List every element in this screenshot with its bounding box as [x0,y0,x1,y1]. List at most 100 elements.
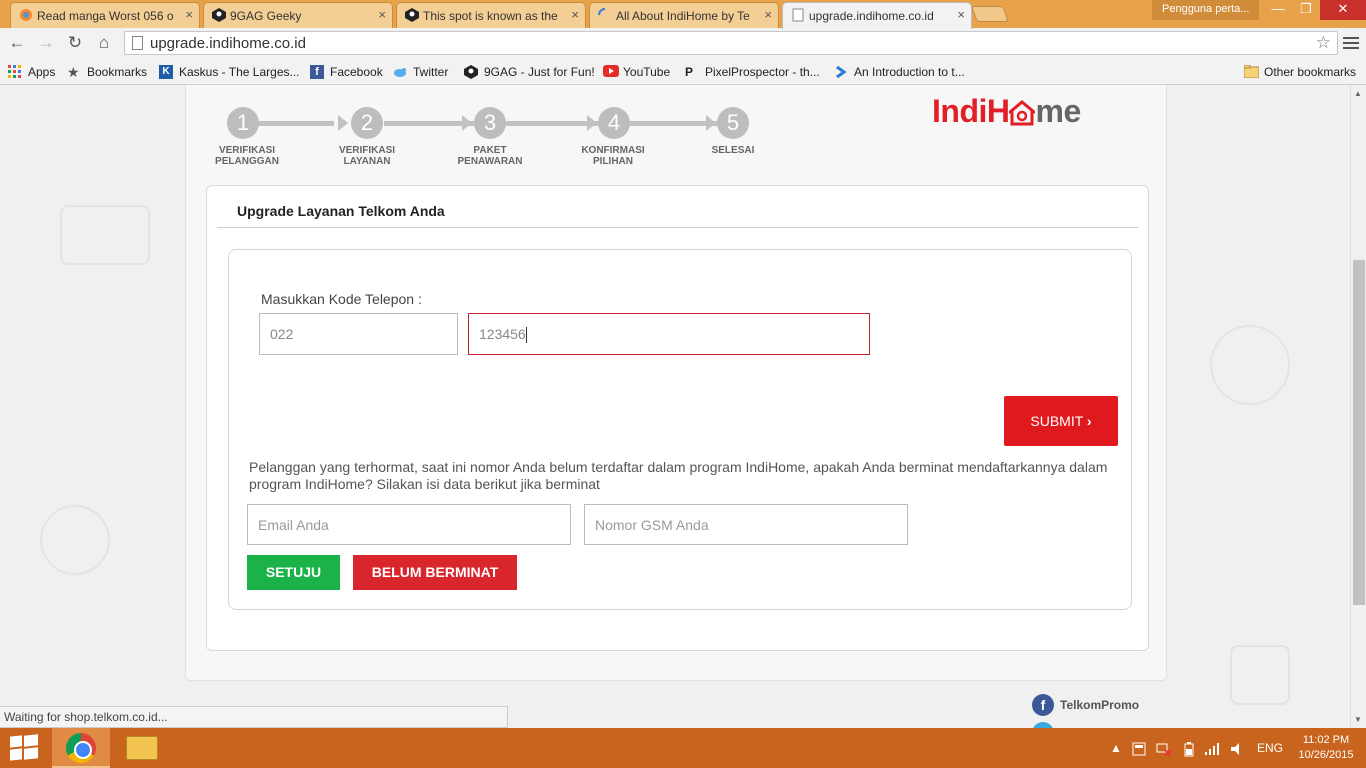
step-3-label: PAKET PENAWARAN [457,145,523,167]
home-icon[interactable]: ⌂ [93,32,115,54]
9gag-icon [212,8,226,22]
page-scrollbar[interactable]: ▲ ▼ [1350,85,1366,728]
bookmark-star-icon[interactable]: ☆ [1316,33,1331,53]
tab-this-spot[interactable]: This spot is known as the × [396,2,586,28]
9gag-icon [464,64,478,79]
step-arrow [587,115,597,131]
taskbar-file-explorer[interactable] [114,728,172,768]
restore-icon[interactable]: ❐ [1292,0,1320,20]
reload-icon[interactable]: ↻ [64,32,86,54]
bookmark-youtube[interactable]: YouTube [603,63,670,80]
not-interested-button[interactable]: BELUM BERMINAT [353,555,517,590]
step-3-circle: 3 [474,107,506,139]
bookmark-9gag[interactable]: 9GAG - Just for Fun! [464,63,595,80]
other-bookmarks[interactable]: Other bookmarks [1243,63,1356,80]
page-icon [791,8,805,22]
step-1-circle: 1 [227,107,259,139]
bookmark-introduction[interactable]: An Introduction to t... [834,63,965,80]
bookmark-twitter[interactable]: Twitter [393,63,448,80]
background-doodle [40,505,110,575]
not-registered-notice: Pelanggan yang terhormat, saat ini nomor… [249,459,1108,492]
tab-all-about-indihome[interactable]: All About IndiHome by Te × [589,2,779,28]
step-connector [384,121,474,126]
twitter-bird-icon [393,65,407,79]
scroll-up-arrow-icon[interactable]: ▲ [1354,89,1362,98]
close-tab-icon[interactable]: × [185,7,193,22]
upgrade-form-card: Upgrade Layanan Telkom Anda Masukkan Kod… [206,185,1149,651]
chevron-right-icon: › [1086,413,1092,429]
close-tab-icon[interactable]: × [378,7,386,22]
browser-status-bar: Waiting for shop.telkom.co.id... [0,706,508,728]
input-language[interactable]: ENG [1257,728,1283,768]
bookmark-apps[interactable]: Apps [8,63,55,80]
address-bar[interactable]: upgrade.indihome.co.id ☆ [124,31,1338,55]
page-viewport: 1 2 3 4 5 VERIFIKASI PELANGGAN VERIFIKASI… [0,85,1350,728]
step-5-circle: 5 [717,107,749,139]
divider [217,227,1138,228]
apps-grid-icon [8,64,22,79]
chrome-menu-icon[interactable] [1343,34,1359,52]
folder-icon [1243,64,1260,79]
progress-steps: 1 2 3 4 5 VERIFIKASI PELANGGAN VERIFIKASI… [212,107,772,177]
background-doodle [60,205,150,265]
tab-manga[interactable]: Read manga Worst 056 o × [10,2,200,28]
action-center-icon[interactable] [1132,728,1146,768]
step-1-label: VERIFIKASI PELANGGAN [215,145,279,167]
tab-9gag-geeky[interactable]: 9GAG Geeky × [203,2,393,28]
bookmark-pixelprospector[interactable]: P PixelProspector - th... [685,63,820,80]
indihome-logo[interactable]: IndiH me [932,93,1081,130]
form-title: Upgrade Layanan Telkom Anda [237,203,445,219]
9gag-icon [405,8,419,22]
scrollbar-thumb[interactable] [1353,260,1365,605]
star-icon: ★ [67,63,80,80]
volume-icon[interactable] [1230,728,1244,768]
scroll-down-arrow-icon[interactable]: ▼ [1354,715,1362,724]
blue-chevron-icon [834,65,848,79]
manga-favicon-icon [19,8,33,22]
step-connector [630,121,718,126]
social-facebook-link[interactable]: f TelkomPromo [1032,694,1139,716]
chrome-icon [66,733,96,763]
area-code-input[interactable]: 022 [259,313,458,355]
close-window-icon[interactable]: ✕ [1320,0,1366,20]
profile-button[interactable]: Pengguna perta... [1152,0,1260,20]
minimize-icon[interactable]: — [1264,0,1292,20]
close-tab-icon[interactable]: × [571,7,579,22]
page-info-icon[interactable] [132,36,143,50]
bookmark-facebook[interactable]: f Facebook [310,63,383,80]
close-tab-icon[interactable]: × [764,7,772,22]
youtube-icon [603,64,619,79]
taskbar-clock[interactable]: 11:02 PM 10/26/2015 [1288,733,1364,763]
bookmark-kaskus[interactable]: K Kaskus - The Larges... [159,63,300,80]
agree-button[interactable]: SETUJU [247,555,340,590]
close-tab-icon[interactable]: × [957,7,965,22]
loading-spinner-icon [598,8,612,22]
show-hidden-icons-icon[interactable]: ▲ [1110,728,1122,768]
submit-button[interactable]: SUBMIT › [1004,396,1118,446]
bookmarks-bar: Apps ★ Bookmarks K Kaskus - The Larges..… [0,58,1366,85]
taskbar-chrome[interactable] [52,728,110,768]
step-2-circle: 2 [351,107,383,139]
bookmark-bookmarks[interactable]: ★ Bookmarks [67,63,147,80]
forward-icon[interactable]: → [35,32,57,54]
signal-strength-icon[interactable] [1204,728,1220,768]
step-arrow [462,115,472,131]
tab-upgrade-indihome[interactable]: upgrade.indihome.co.id × [782,2,972,29]
windows-taskbar: ▲ ENG 11:02 PM 10/26/2015 [0,728,1366,768]
back-icon[interactable]: ← [6,32,28,54]
kaskus-icon: K [159,64,173,79]
phone-number-input[interactable]: 123456 [468,313,870,355]
email-field[interactable]: Email Anda [247,504,571,545]
windows-start-icon[interactable] [10,734,38,761]
background-doodle [1210,325,1290,405]
step-connector [506,121,598,126]
gsm-number-field[interactable]: Nomor GSM Anda [584,504,908,545]
pixelprospector-icon: P [685,64,694,79]
step-4-circle: 4 [598,107,630,139]
facebook-icon: f [1032,694,1054,716]
battery-icon[interactable] [1184,728,1194,768]
house-o-icon [1006,97,1039,126]
new-tab-button[interactable] [971,6,1009,22]
step-2-label: VERIFIKASI LAYANAN [338,145,396,167]
network-disconnected-icon[interactable] [1156,728,1172,768]
